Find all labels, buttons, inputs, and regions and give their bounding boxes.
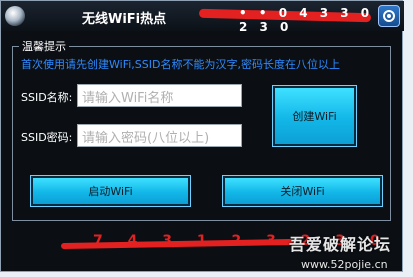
notice-text: 首次使用请先创建WiFi,SSID名称不能为汉字,密码长度在八位以上: [21, 58, 340, 71]
create-wifi-button[interactable]: 创建WiFi: [272, 85, 357, 147]
watermark-url: www.52pojie.cn: [301, 258, 388, 271]
start-wifi-button[interactable]: 启动WiFi: [30, 175, 191, 207]
ssid-password-label: SSID密码:: [21, 131, 73, 144]
watermark-title: 吾爱破解论坛: [289, 235, 392, 254]
window-title: 无线WiFi热点: [82, 12, 167, 27]
ssid-password-input[interactable]: 请输入密码(八位以上): [77, 124, 242, 147]
ssid-name-input[interactable]: 请输入WiFi名称: [77, 84, 242, 107]
gear-icon: [383, 10, 395, 22]
group-legend: 温馨提示: [22, 40, 66, 53]
stop-wifi-button[interactable]: 关闭WiFi: [222, 175, 383, 207]
ssid-name-label: SSID名称:: [21, 91, 73, 104]
settings-button[interactable]: [378, 5, 400, 27]
app-icon: [5, 6, 25, 26]
title-bar[interactable]: 无线WiFi热点 • • 0 4 3 3 0 3 2 3 0: [1, 1, 404, 34]
main-window: 无线WiFi热点 • • 0 4 3 3 0 3 2 3 0 温馨提示 首次使用…: [0, 0, 404, 272]
